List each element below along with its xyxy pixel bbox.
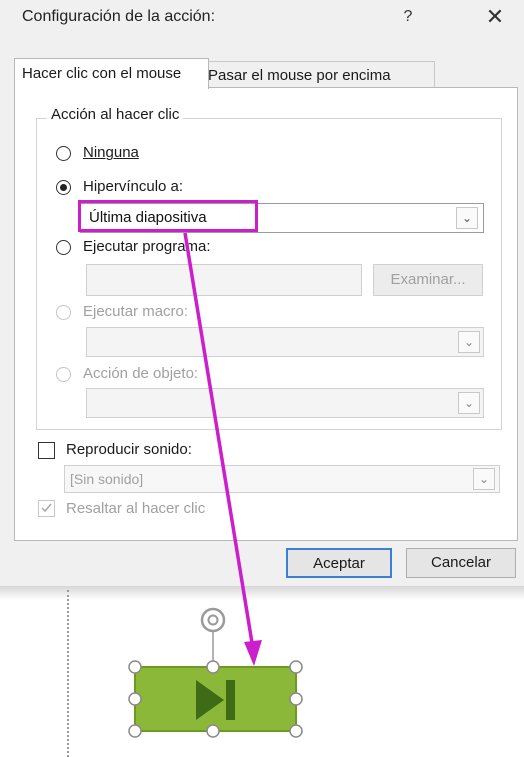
handle-left [128,692,142,706]
handle-right [289,692,303,706]
handle-top-left [128,660,142,674]
tab-mouse-click[interactable]: Hacer clic con el mouse [14,58,209,89]
handle-top-right [289,660,303,674]
rotate-icon[interactable] [200,607,226,665]
handle-bottom [206,724,220,738]
handle-top [206,660,220,674]
handle-bottom-right [289,724,303,738]
annotation-highlight-box [78,200,258,232]
slide-canvas-overlay [128,607,303,738]
handle-bottom-left [128,724,142,738]
